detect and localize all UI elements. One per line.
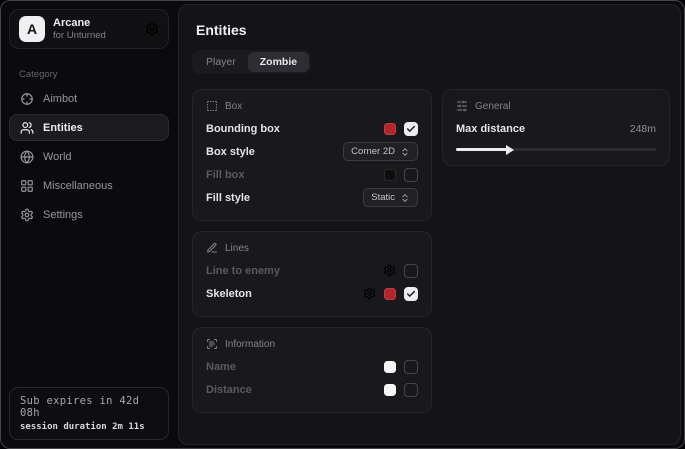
line-to-enemy-checkbox[interactable] <box>404 264 418 278</box>
distance-color-swatch[interactable] <box>384 384 396 396</box>
distance-label: Distance <box>206 384 252 396</box>
information-card-title: Information <box>225 339 275 350</box>
name-color-swatch[interactable] <box>384 361 396 373</box>
fill-box-checkbox[interactable] <box>404 168 418 182</box>
box-card-title: Box <box>225 101 242 112</box>
tab-player[interactable]: Player <box>194 52 248 72</box>
sidebar-item-label: Settings <box>43 209 83 221</box>
users-icon <box>20 121 34 135</box>
distance-row: Distance <box>206 378 418 401</box>
name-label: Name <box>206 361 236 373</box>
sidebar-item-settings[interactable]: Settings <box>9 201 169 228</box>
distance-checkbox[interactable] <box>404 383 418 397</box>
category-label: Category <box>19 69 177 80</box>
lines-card-header: Lines <box>206 242 418 254</box>
chevrons-up-down-icon <box>400 147 410 157</box>
sidebar-item-world[interactable]: World <box>9 143 169 170</box>
box-select-icon <box>206 100 218 112</box>
skeleton-color-swatch[interactable] <box>384 288 396 300</box>
general-card-title: General <box>475 101 511 112</box>
sidebar-item-entities[interactable]: Entities <box>9 114 169 141</box>
box-card-header: Box <box>206 100 418 112</box>
brand-card: A Arcane for Unturned <box>9 9 169 49</box>
box-card: Box Bounding box Box style Cor <box>192 89 432 221</box>
app-subtitle: for Unturned <box>53 30 106 42</box>
pencil-line-icon <box>206 242 218 254</box>
settings-content: Box Bounding box Box style Cor <box>192 89 670 413</box>
line-to-enemy-label: Line to enemy <box>206 265 280 277</box>
skeleton-row: Skeleton <box>206 282 418 305</box>
brand-gear-icon[interactable] <box>145 22 159 36</box>
slider-thumb[interactable] <box>506 145 514 155</box>
max-distance-label: Max distance <box>456 123 525 135</box>
bounding-box-checkbox[interactable] <box>404 122 418 136</box>
fill-style-row: Fill style Static <box>206 186 418 209</box>
box-style-value: Corner 2D <box>351 146 395 157</box>
grid-icon <box>20 179 34 193</box>
check-icon <box>406 124 416 134</box>
line-to-enemy-row: Line to enemy <box>206 259 418 282</box>
left-column: Box Bounding box Box style Cor <box>192 89 432 413</box>
subscription-info-box: Sub expires in 42d 08h session duration … <box>9 387 169 440</box>
bounding-box-label: Bounding box <box>206 123 280 135</box>
sidebar-item-label: Entities <box>43 122 83 134</box>
general-card-header: General <box>456 100 656 112</box>
fill-box-label: Fill box <box>206 169 245 181</box>
sub-expiry-text: Sub expires in 42d 08h <box>20 395 158 419</box>
fill-style-dropdown[interactable]: Static <box>363 188 418 207</box>
gear-icon <box>20 208 34 222</box>
app-title: Arcane <box>53 17 106 30</box>
sidebar-item-aimbot[interactable]: Aimbot <box>9 85 169 112</box>
chevrons-up-down-icon <box>400 193 410 203</box>
app-logo: A <box>19 16 45 42</box>
fill-style-label: Fill style <box>206 192 250 204</box>
page-title: Entities <box>196 22 670 38</box>
max-distance-value: 248m <box>630 123 656 135</box>
sliders-icon <box>456 100 468 112</box>
sidebar: A Arcane for Unturned Category Aimbot En… <box>1 1 177 448</box>
crosshair-icon <box>20 92 34 106</box>
sidebar-item-label: Miscellaneous <box>43 180 113 192</box>
box-style-label: Box style <box>206 146 255 158</box>
app-window: A Arcane for Unturned Category Aimbot En… <box>0 0 685 449</box>
skeleton-label: Skeleton <box>206 288 252 300</box>
max-distance-row: Max distance 248m <box>456 117 656 140</box>
main-panel: Entities Player Zombie Box Bounding box <box>178 4 681 445</box>
information-card-header: Information <box>206 338 418 350</box>
fill-style-value: Static <box>371 192 395 203</box>
entity-tabs: Player Zombie <box>192 50 311 74</box>
skeleton-checkbox[interactable] <box>404 287 418 301</box>
box-style-row: Box style Corner 2D <box>206 140 418 163</box>
check-icon <box>406 289 416 299</box>
scan-text-icon <box>206 338 218 350</box>
fill-box-color-swatch[interactable] <box>384 169 396 181</box>
globe-icon <box>20 150 34 164</box>
line-to-enemy-gear-icon[interactable] <box>383 264 396 277</box>
tab-zombie[interactable]: Zombie <box>248 52 309 72</box>
sidebar-nav: Aimbot Entities World Miscellaneous Sett… <box>1 85 177 228</box>
skeleton-gear-icon[interactable] <box>363 287 376 300</box>
lines-card-title: Lines <box>225 243 249 254</box>
brand-text: Arcane for Unturned <box>53 17 106 42</box>
bounding-box-color-swatch[interactable] <box>384 123 396 135</box>
information-card: Information Name Distance <box>192 327 432 413</box>
slider-fill <box>456 148 508 151</box>
sidebar-item-miscellaneous[interactable]: Miscellaneous <box>9 172 169 199</box>
box-style-dropdown[interactable]: Corner 2D <box>343 142 418 161</box>
name-row: Name <box>206 355 418 378</box>
session-duration-text: session duration 2m 11s <box>20 422 158 432</box>
sidebar-item-label: Aimbot <box>43 93 77 105</box>
right-column: General Max distance 248m <box>442 89 670 166</box>
lines-card: Lines Line to enemy Skeleton <box>192 231 432 317</box>
general-card: General Max distance 248m <box>442 89 670 166</box>
fill-box-row: Fill box <box>206 163 418 186</box>
sidebar-item-label: World <box>43 151 72 163</box>
bounding-box-row: Bounding box <box>206 117 418 140</box>
max-distance-slider[interactable] <box>456 144 656 154</box>
name-checkbox[interactable] <box>404 360 418 374</box>
